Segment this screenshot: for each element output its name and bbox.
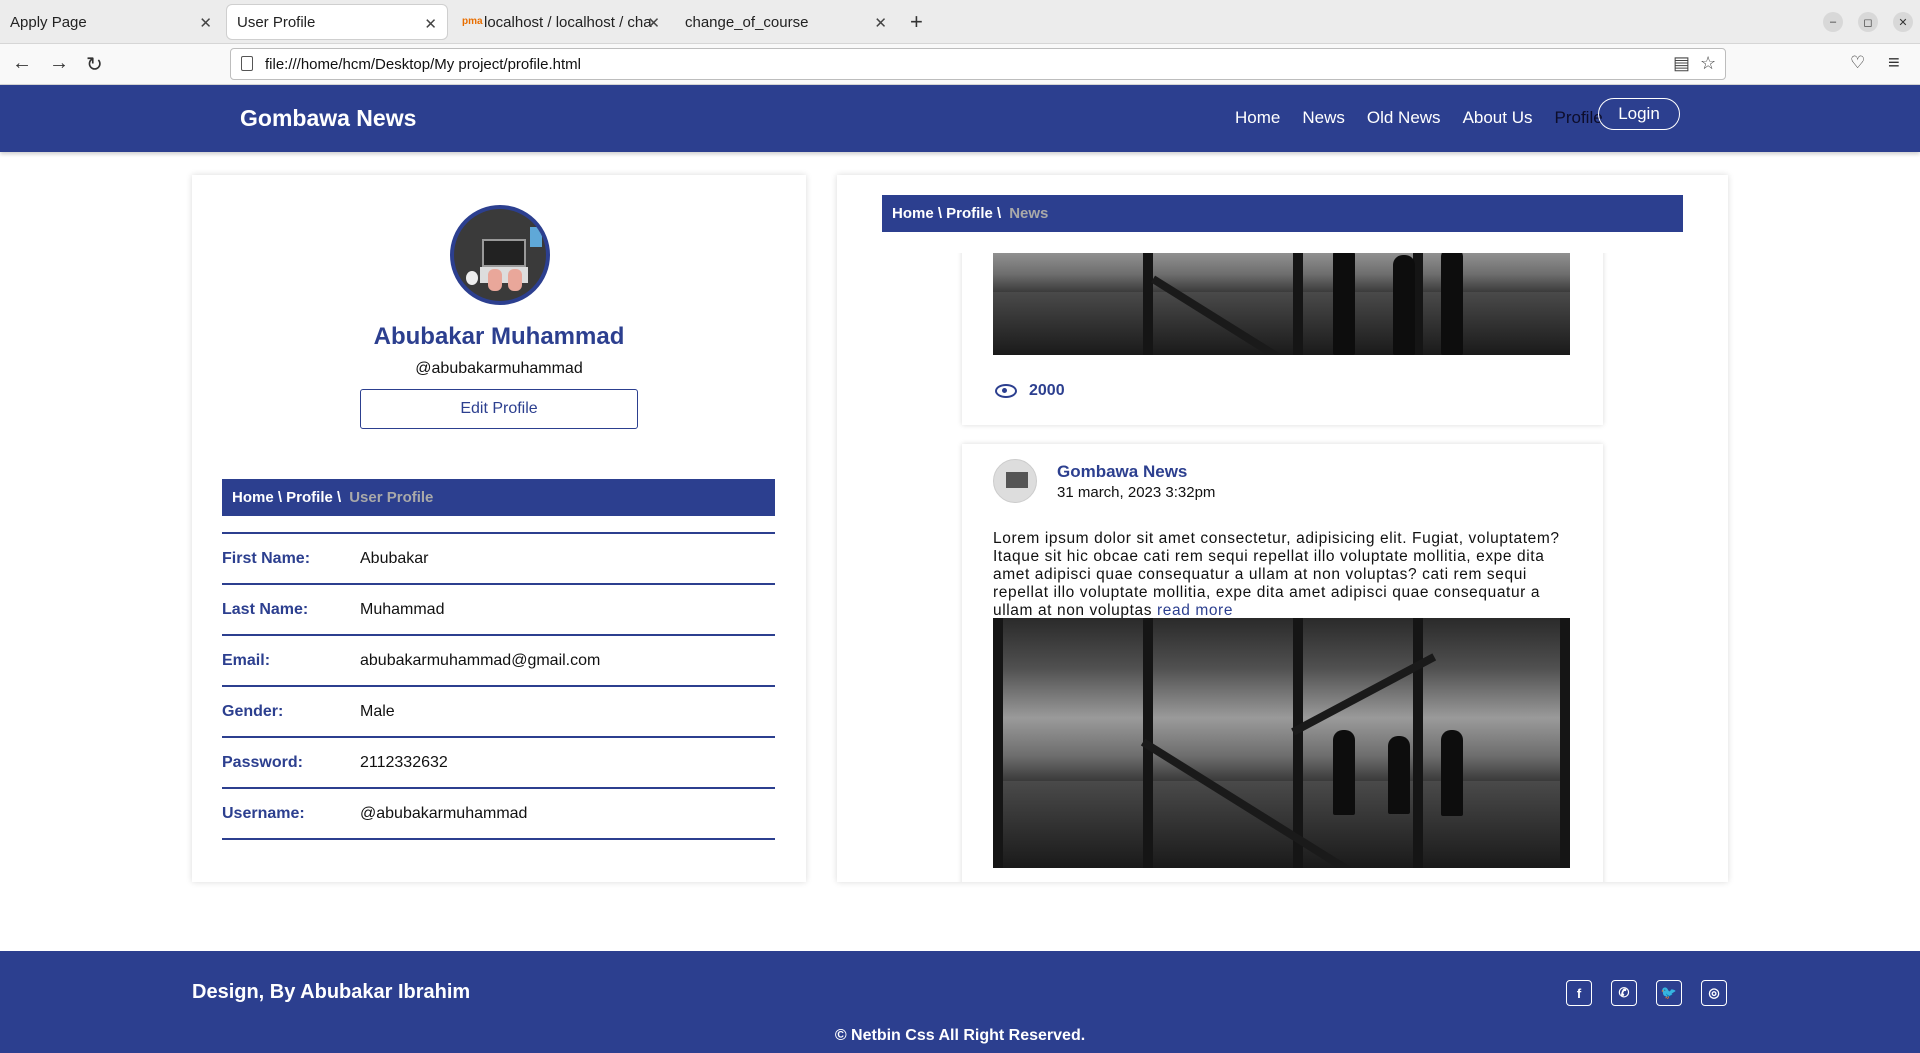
browser-tab-bar: Apply Page ✕ User Profile ✕ pma localhos… xyxy=(0,0,1920,44)
reload-icon[interactable]: ↻ xyxy=(86,52,103,77)
breadcrumb-current: News xyxy=(1009,205,1049,222)
tab-title: Apply Page xyxy=(10,13,87,31)
detail-row-username: Username: @abubakarmuhammad xyxy=(222,789,775,840)
views-count: 2000 xyxy=(995,382,1065,400)
detail-row-email: Email: abubakarmuhammad@gmail.com xyxy=(222,636,775,687)
back-icon[interactable]: ← xyxy=(12,52,32,75)
tab-title: User Profile xyxy=(237,13,316,31)
profile-name: Abubakar Muhammad xyxy=(373,323,625,350)
profile-details: First Name: Abubakar Last Name: Muhammad… xyxy=(222,532,775,840)
nav-about-us[interactable]: About Us xyxy=(1463,105,1533,131)
nav-home[interactable]: Home xyxy=(1235,105,1280,131)
page-icon xyxy=(241,56,253,71)
views-value: 2000 xyxy=(1029,382,1065,399)
breadcrumb-path[interactable]: Home \ Profile \ xyxy=(892,205,1001,222)
phpmyadmin-icon: pma xyxy=(462,16,483,27)
field-value: Male xyxy=(360,702,395,720)
read-more-link[interactable]: read more xyxy=(1157,602,1233,619)
field-value: abubakarmuhammad@gmail.com xyxy=(360,651,601,669)
pocket-icon[interactable]: ♡ xyxy=(1850,53,1865,73)
copyright: © Netbin Css All Right Reserved. xyxy=(834,1027,1086,1044)
edit-profile-button[interactable]: Edit Profile xyxy=(360,389,638,429)
field-value: 2112332632 xyxy=(360,753,448,771)
site-brand[interactable]: Gombawa News xyxy=(240,105,416,132)
nav-old-news[interactable]: Old News xyxy=(1367,105,1441,131)
tab-apply-page[interactable]: Apply Page ✕ xyxy=(0,4,222,40)
field-label: Last Name: xyxy=(222,600,309,618)
profile-card: Abubakar Muhammad @abubakarmuhammad Edit… xyxy=(192,175,806,882)
breadcrumb: Home \ Profile \ News xyxy=(882,195,1683,232)
news-card[interactable]: 2000 Gombawa News 31 march, 2023 3:32pm … xyxy=(837,175,1728,882)
post-text: Lorem ipsum dolor sit amet consectetur, … xyxy=(993,530,1560,619)
field-label: Username: xyxy=(222,804,305,822)
maximize-icon[interactable]: ◻ xyxy=(1858,12,1878,32)
detail-row-password: Password: 2112332632 xyxy=(222,738,775,789)
facebook-icon[interactable]: f xyxy=(1566,980,1592,1006)
close-icon[interactable]: ✕ xyxy=(199,14,212,32)
breadcrumb-current: User Profile xyxy=(349,489,434,506)
close-icon[interactable]: ✕ xyxy=(647,14,660,32)
close-icon[interactable]: ✕ xyxy=(874,14,887,32)
tab-user-profile[interactable]: User Profile ✕ xyxy=(226,4,448,40)
tab-title: change_of_course xyxy=(685,13,809,31)
bookmark-star-icon[interactable]: ☆ xyxy=(1700,53,1716,74)
footer-credit: Design, By Abubakar Ibrahim xyxy=(192,981,471,1003)
news-scroll-area[interactable]: 2000 Gombawa News 31 march, 2023 3:32pm … xyxy=(837,253,1728,882)
whatsapp-icon[interactable]: ✆ xyxy=(1611,980,1637,1006)
post-author[interactable]: Gombawa News xyxy=(1057,462,1187,482)
detail-row-last-name: Last Name: Muhammad xyxy=(222,585,775,636)
nav-news[interactable]: News xyxy=(1302,105,1345,131)
login-button[interactable]: Login xyxy=(1598,98,1680,130)
breadcrumb: Home \ Profile \ User Profile xyxy=(222,479,775,516)
reader-view-icon[interactable]: ▤ xyxy=(1673,53,1690,74)
post-date: 31 march, 2023 3:32pm xyxy=(1057,484,1216,501)
main-nav: Home News Old News About Us Profile xyxy=(1235,105,1625,131)
site-header: Gombawa News Home News Old News About Us… xyxy=(0,85,1920,152)
news-post: 2000 xyxy=(962,253,1603,425)
menu-icon[interactable]: ≡ xyxy=(1888,52,1900,75)
url-bar[interactable]: file:///home/hcm/Desktop/My project/prof… xyxy=(230,48,1726,80)
field-value: Muhammad xyxy=(360,600,445,618)
avatar xyxy=(450,205,550,305)
field-value: Abubakar xyxy=(360,549,429,567)
browser-nav-bar: ← → ↻ file:///home/hcm/Desktop/My projec… xyxy=(0,44,1920,85)
forward-icon[interactable]: → xyxy=(49,52,69,75)
tab-title: localhost / localhost / cha xyxy=(484,13,652,31)
news-image[interactable] xyxy=(993,253,1570,355)
field-value: @abubakarmuhammad xyxy=(360,804,528,822)
breadcrumb-path[interactable]: Home \ Profile \ xyxy=(232,489,341,506)
tab-localhost[interactable]: pma localhost / localhost / cha ✕ xyxy=(452,4,674,40)
news-post: Gombawa News 31 march, 2023 3:32pm Lorem… xyxy=(962,444,1603,882)
post-excerpt: Lorem ipsum dolor sit amet consectetur, … xyxy=(993,530,1578,620)
detail-row-first-name: First Name: Abubakar xyxy=(222,534,775,585)
profile-username: @abubakarmuhammad xyxy=(415,360,583,377)
site-footer: Design, By Abubakar Ibrahim f ✆ 🐦 ◎ © Ne… xyxy=(0,951,1920,1053)
close-window-icon[interactable]: ✕ xyxy=(1893,12,1913,32)
detail-row-gender: Gender: Male xyxy=(222,687,775,738)
new-tab-icon[interactable]: + xyxy=(910,9,923,35)
twitter-icon[interactable]: 🐦 xyxy=(1656,980,1682,1006)
url-text[interactable]: file:///home/hcm/Desktop/My project/prof… xyxy=(265,56,581,73)
tab-change-of-course[interactable]: change_of_course ✕ xyxy=(675,4,897,40)
author-avatar xyxy=(993,459,1037,503)
nav-profile[interactable]: Profile xyxy=(1555,105,1603,131)
news-image[interactable] xyxy=(993,618,1570,868)
minimize-icon[interactable]: – xyxy=(1823,12,1843,32)
close-icon[interactable]: ✕ xyxy=(424,15,437,33)
field-label: Email: xyxy=(222,651,271,669)
eye-icon xyxy=(995,384,1017,398)
field-label: First Name: xyxy=(222,549,311,567)
instagram-icon[interactable]: ◎ xyxy=(1701,980,1727,1006)
field-label: Password: xyxy=(222,753,303,771)
field-label: Gender: xyxy=(222,702,284,720)
